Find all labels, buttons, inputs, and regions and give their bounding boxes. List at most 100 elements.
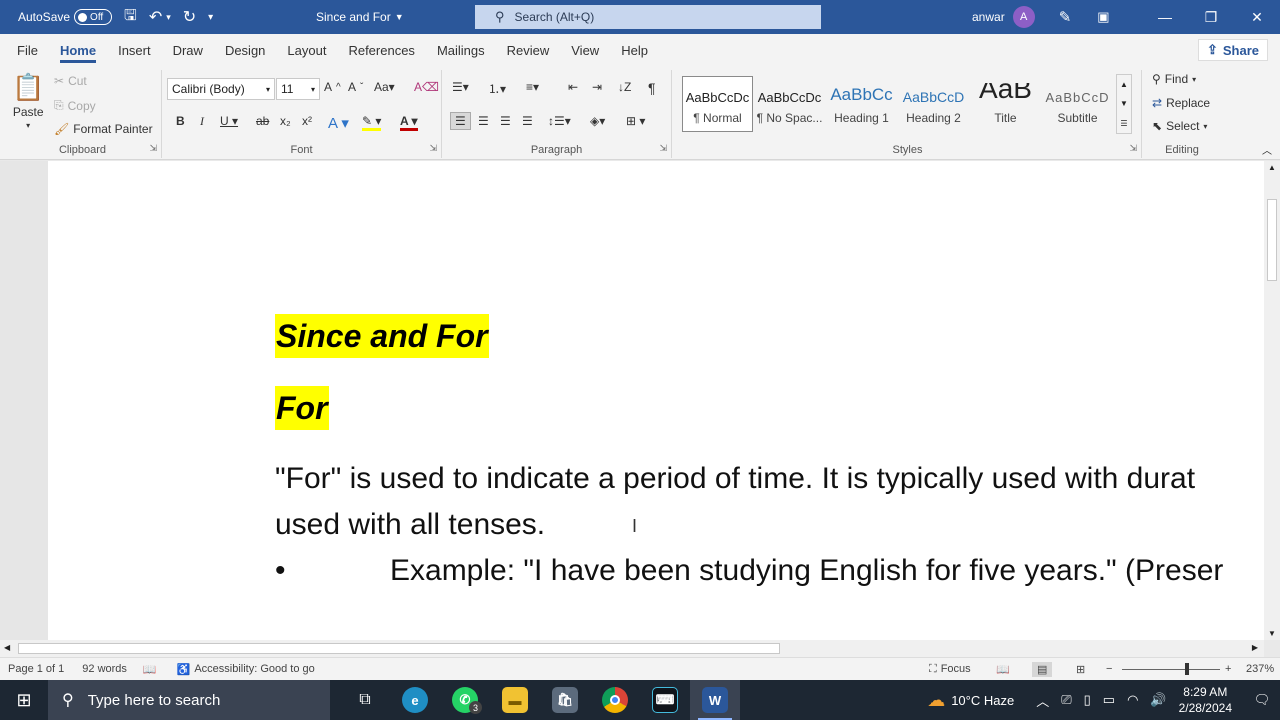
heading-since-and-for[interactable]: Since and For <box>275 314 489 358</box>
line-spacing-icon[interactable]: ↕☰▾ <box>548 114 571 128</box>
more-styles-icon[interactable]: ☰ <box>1120 119 1127 128</box>
scroll-left-icon[interactable]: ◀ <box>4 643 10 652</box>
scroll-up-icon[interactable]: ▲ <box>1268 163 1276 172</box>
sort-icon[interactable]: ↓Z <box>618 80 631 94</box>
style-title[interactable]: AaB Title <box>970 76 1041 132</box>
numbering-icon[interactable]: ⒈▾ <box>488 80 506 97</box>
tab-file[interactable]: File <box>6 34 49 66</box>
horizontal-scrollbar[interactable]: ◀ ▶ <box>0 640 1264 657</box>
style-heading-2[interactable]: AaBbCcD Heading 2 <box>898 76 969 132</box>
chevron-up-icon[interactable]: ▲ <box>1120 80 1128 89</box>
whatsapp-icon[interactable]: ✆ 3 <box>440 680 490 720</box>
style-heading-1[interactable]: AaBbCc Heading 1 <box>826 76 897 132</box>
tab-layout[interactable]: Layout <box>276 34 337 66</box>
underline-icon[interactable]: U ▾ <box>220 114 238 128</box>
paragraph-line-1[interactable]: "For" is used to indicate a period of ti… <box>275 456 1195 502</box>
taskbar-search-input[interactable]: ⚲ Type here to search <box>48 680 330 720</box>
document-title[interactable]: Since and For ▼ <box>316 0 404 34</box>
collapse-ribbon-icon[interactable]: ︿ <box>1262 142 1272 157</box>
dialog-launcher-icon[interactable]: ⇲ <box>149 143 157 154</box>
battery-icon[interactable]: ▭ <box>1103 692 1115 708</box>
web-layout-icon[interactable]: ⊞ <box>1076 663 1085 676</box>
focus-button[interactable]: ⛶ Focus <box>929 663 971 676</box>
paragraph-line-2[interactable]: used with all tenses. <box>275 502 545 548</box>
copy-button[interactable]: ⎘ Copy <box>54 98 96 113</box>
style-normal[interactable]: AaBbCcDc ¶ Normal <box>682 76 753 132</box>
tab-home[interactable]: Home <box>49 34 107 66</box>
bullet-example[interactable]: Example: "I have been studying English f… <box>390 548 1223 594</box>
windows-start-icon[interactable]: ⊞ <box>0 680 48 720</box>
save-icon[interactable]: 🖫 <box>118 0 143 34</box>
tab-help[interactable]: Help <box>610 34 659 66</box>
strikethrough-icon[interactable]: ab <box>256 114 269 128</box>
user-account[interactable]: anwar A ✎ ▣ <box>972 0 1110 34</box>
text-effects-icon[interactable]: A ▾ <box>328 114 349 132</box>
terminal-app-icon[interactable]: ⌨ <box>640 680 690 720</box>
font-family-select[interactable]: Calibri (Body) ▾ <box>167 78 275 100</box>
autosave[interactable]: AutoSave Off <box>12 0 118 34</box>
vertical-scrollbar[interactable]: ▲ ▼ <box>1264 161 1280 640</box>
minimize-icon[interactable]: — <box>1142 0 1188 34</box>
tab-design[interactable]: Design <box>214 34 276 66</box>
file-explorer-icon[interactable]: ▬ <box>490 680 540 720</box>
read-mode-icon[interactable]: 📖 <box>996 663 1010 676</box>
document-page[interactable]: Since and For For "For" is used to indic… <box>48 161 1264 640</box>
vertical-scroll-thumb[interactable] <box>1267 199 1277 281</box>
subscript-icon[interactable]: x₂ <box>280 114 291 128</box>
tab-mailings[interactable]: Mailings <box>426 34 496 66</box>
bullets-icon[interactable]: ☰▾ <box>452 80 469 94</box>
chevron-down-icon[interactable]: ▼ <box>1120 99 1128 108</box>
superscript-icon[interactable]: x² <box>302 114 312 128</box>
dialog-launcher-icon[interactable]: ⇲ <box>1129 143 1137 154</box>
align-center-icon[interactable]: ☰ <box>478 114 489 128</box>
font-size-select[interactable]: 11 ▾ <box>276 78 320 100</box>
multilevel-list-icon[interactable]: ≡▾ <box>526 80 539 94</box>
weather-widget[interactable]: ☁ 10°C Haze <box>927 690 1014 711</box>
edge-icon[interactable]: e <box>390 680 440 720</box>
tab-review[interactable]: Review <box>496 34 561 66</box>
bold-icon[interactable]: B <box>176 114 185 128</box>
page-count[interactable]: Page 1 of 1 <box>8 663 64 675</box>
dialog-launcher-icon[interactable]: ⇲ <box>659 143 667 154</box>
grow-font-icon[interactable]: A ^ <box>324 80 341 94</box>
decrease-indent-icon[interactable]: ⇤ <box>568 80 578 94</box>
close-icon[interactable]: ✕ <box>1234 0 1280 34</box>
heading-for[interactable]: For <box>275 386 329 430</box>
scroll-right-icon[interactable]: ▶ <box>1252 643 1258 652</box>
show-formatting-icon[interactable]: ¶ <box>648 80 656 96</box>
scroll-down-icon[interactable]: ▼ <box>1268 629 1276 638</box>
select-button[interactable]: ⬉ Select ▾ <box>1152 119 1207 133</box>
restore-icon[interactable]: ❐ <box>1188 0 1234 34</box>
print-layout-icon[interactable]: ▤ <box>1032 661 1053 677</box>
borders-icon[interactable]: ⊞ ▾ <box>626 114 645 128</box>
cut-button[interactable]: ✂ Cut <box>54 74 87 88</box>
highlight-icon[interactable]: ✎ ▾ <box>362 114 382 131</box>
wifi-icon[interactable]: ◠ <box>1127 692 1138 708</box>
font-color-icon[interactable]: A ▾ <box>400 114 418 131</box>
zoom-slider-thumb[interactable] <box>1185 663 1189 675</box>
volume-icon[interactable]: 🔊 <box>1150 692 1166 708</box>
notifications-icon[interactable]: 🗨 <box>1244 692 1280 708</box>
zoom-out-icon[interactable]: − <box>1106 663 1112 675</box>
search-input[interactable]: ⚲ Search (Alt+Q) <box>475 5 821 29</box>
increase-indent-icon[interactable]: ⇥ <box>592 80 602 94</box>
accessibility-status[interactable]: ♿ Accessibility: Good to go <box>177 663 315 676</box>
align-left-icon[interactable]: ☰ <box>450 112 471 130</box>
justify-icon[interactable]: ☰ <box>522 114 533 128</box>
change-case-icon[interactable]: Aa▾ <box>374 80 395 94</box>
tab-draw[interactable]: Draw <box>162 34 214 66</box>
redo-icon[interactable]: ↻ <box>177 0 202 34</box>
word-count[interactable]: 92 words <box>82 663 127 675</box>
chrome-icon[interactable] <box>590 680 640 720</box>
tab-references[interactable]: References <box>337 34 425 66</box>
task-view-icon[interactable]: ⧉ <box>340 680 390 720</box>
paste-button[interactable]: 📋 Paste ▾ <box>12 72 44 130</box>
format-painter-button[interactable]: 🖌 Format Painter <box>54 122 153 136</box>
autosave-toggle[interactable]: Off <box>74 9 113 25</box>
style-subtitle[interactable]: AaBbCcD Subtitle <box>1042 76 1113 132</box>
usb-icon[interactable]: ▯ <box>1084 692 1091 708</box>
customize-qat-icon[interactable]: ▾ <box>202 0 219 34</box>
shrink-font-icon[interactable]: Aˇ <box>348 80 363 94</box>
style-no-spacing[interactable]: AaBbCcDc ¶ No Spac... <box>754 76 825 132</box>
styles-scroll[interactable]: ▲ ▼ ☰ <box>1116 74 1132 134</box>
